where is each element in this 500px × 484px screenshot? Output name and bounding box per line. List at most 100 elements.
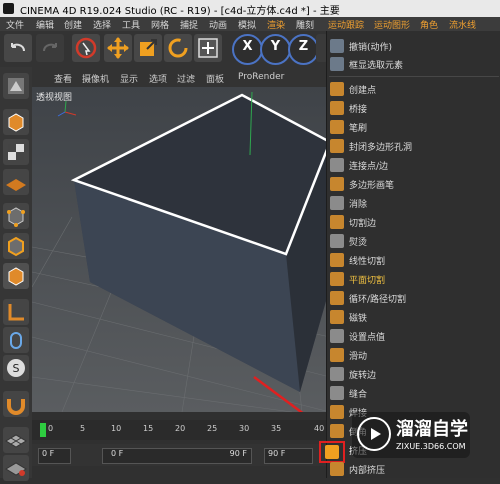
menu-tools[interactable]: 工具 xyxy=(122,18,140,31)
scale-icon xyxy=(140,39,157,56)
menu-item-stitch[interactable]: 缝合 xyxy=(327,384,500,402)
polygons-mode-button[interactable] xyxy=(3,263,29,289)
timeline-tick: 40 xyxy=(314,424,325,433)
rotate-button[interactable] xyxy=(164,34,192,62)
menu-item-line-cut[interactable]: 线性切割 xyxy=(327,251,500,269)
menu-motion-tracking[interactable]: 运动跟踪 xyxy=(328,18,364,31)
set-point-value-icon xyxy=(330,329,344,343)
viewport-menu-options[interactable]: 选项 xyxy=(149,72,167,85)
polygons-mode-icon xyxy=(8,267,24,286)
grid-tool-2-button[interactable] xyxy=(3,455,29,481)
window-title: CINEMA 4D R19.024 Studio (RC - R19) - [c… xyxy=(20,6,340,17)
viewport-menu-display[interactable]: 显示 xyxy=(120,72,138,85)
perspective-viewport[interactable]: 透视视图 xyxy=(32,87,330,412)
app-icon xyxy=(3,3,14,14)
menu-item-iron[interactable]: 熨烫 xyxy=(327,232,500,250)
menu-item-bridge[interactable]: 桥接 xyxy=(327,99,500,117)
menu-snap[interactable]: 捕捉 xyxy=(180,18,198,31)
viewport-label: 透视视图 xyxy=(36,93,73,103)
viewport-menu-filter[interactable]: 过滤 xyxy=(177,72,195,85)
x-axis-lock[interactable]: X xyxy=(232,34,263,65)
menu-item-connect[interactable]: 连接点/边 xyxy=(327,156,500,174)
menu-item-inner-extrude[interactable]: 内部挤压 xyxy=(327,460,500,478)
tweak-mode-button[interactable] xyxy=(3,327,29,353)
menu-item-undo[interactable]: 撤销(动作) xyxy=(327,37,500,55)
menu-item-frame-selected[interactable]: 框显选取元素 xyxy=(327,55,500,73)
menu-sculpt[interactable]: 雕刻 xyxy=(296,18,314,31)
playhead[interactable] xyxy=(40,423,46,437)
range-end-label: 90 F xyxy=(229,449,247,458)
menu-character[interactable]: 角色 xyxy=(420,18,438,31)
menu-bar: 文件 编辑 创建 选择 工具 网格 捕捉 动画 模拟 渲染 雕刻 运动跟踪 运动… xyxy=(0,17,500,31)
menu-item-dissolve[interactable]: 消除 xyxy=(327,194,500,212)
timeline-ruler[interactable]: 0 5 10 15 20 25 30 35 40 xyxy=(32,420,330,440)
menu-animate[interactable]: 动画 xyxy=(209,18,227,31)
menu-item-loop-cut[interactable]: 循环/路径切割 xyxy=(327,289,500,307)
menu-mesh[interactable]: 网格 xyxy=(151,18,169,31)
texture-mode-button[interactable] xyxy=(3,139,29,165)
menu-create[interactable]: 创建 xyxy=(64,18,82,31)
menu-simulate[interactable]: 模拟 xyxy=(238,18,256,31)
model-mode-button[interactable] xyxy=(3,109,29,135)
edges-mode-icon xyxy=(8,236,24,257)
grid-tool-button[interactable] xyxy=(3,427,29,453)
inner-extrude-icon xyxy=(330,462,344,476)
menu-item-plane-cut[interactable]: 平面切割 xyxy=(327,270,500,288)
points-mode-button[interactable] xyxy=(3,203,29,229)
menu-item-magnet[interactable]: 磁铁 xyxy=(327,308,500,326)
timeline-tick: 35 xyxy=(271,424,282,433)
iron-icon xyxy=(330,234,344,248)
scale-button[interactable] xyxy=(134,34,162,62)
menu-file[interactable]: 文件 xyxy=(6,18,24,31)
rotate-icon xyxy=(168,38,188,58)
move-button[interactable] xyxy=(104,34,132,62)
menu-pipeline[interactable]: 流水线 xyxy=(449,18,476,31)
grid-2-icon xyxy=(5,462,27,476)
toolbar: X Y Z xyxy=(0,31,330,67)
timeline-tick: 25 xyxy=(207,424,218,433)
timeline-tick: 5 xyxy=(80,424,86,433)
timeline-tick: 0 xyxy=(48,424,54,433)
menu-item-brush[interactable]: 笔刷 xyxy=(327,118,500,136)
menu-item-set-point-value[interactable]: 设置点值 xyxy=(327,327,500,345)
edges-mode-button[interactable] xyxy=(3,233,29,259)
svg-text:S: S xyxy=(13,362,20,375)
axis-mode-button[interactable] xyxy=(3,299,29,325)
menu-render[interactable]: 渲染 xyxy=(267,18,285,31)
y-axis-lock[interactable]: Y xyxy=(260,34,291,65)
stitch-icon xyxy=(330,386,344,400)
start-frame-field[interactable]: 0 F xyxy=(38,448,71,464)
viewport-menu-camera[interactable]: 摄像机 xyxy=(82,72,109,85)
end-frame-field[interactable]: 90 F xyxy=(264,448,313,464)
menu-item-create-point[interactable]: 创建点 xyxy=(327,80,500,98)
magnet-tool-button[interactable] xyxy=(3,391,29,417)
menu-mograph[interactable]: 运动图形 xyxy=(374,18,410,31)
live-select-button[interactable] xyxy=(72,34,100,62)
menu-edit[interactable]: 编辑 xyxy=(36,18,54,31)
menu-item-close-hole[interactable]: 封闭多边形孔洞 xyxy=(327,137,500,155)
workplane-button[interactable] xyxy=(3,169,29,195)
menu-select[interactable]: 选择 xyxy=(93,18,111,31)
viewport-menu-view[interactable]: 查看 xyxy=(54,72,72,85)
viewport-menu-panel[interactable]: 面板 xyxy=(206,72,224,85)
magnet-icon xyxy=(7,399,25,415)
texture-mode-icon xyxy=(8,144,24,160)
extrude-icon xyxy=(325,445,339,459)
last-tool-button[interactable] xyxy=(194,34,222,62)
menu-item-polygon-pen[interactable]: 多边形画笔 xyxy=(327,175,500,193)
menu-item-slide[interactable]: 滑动 xyxy=(327,346,500,364)
snap-button[interactable]: S xyxy=(3,355,29,381)
menu-item-spin-edge[interactable]: 旋转边 xyxy=(327,365,500,383)
frame-range-slider[interactable]: 0 F 90 F xyxy=(102,448,252,464)
redo-button[interactable] xyxy=(36,34,64,62)
timeline-tick: 30 xyxy=(239,424,250,433)
viewport-menu-prorender[interactable]: ProRender xyxy=(238,72,284,82)
magnet-icon xyxy=(330,310,344,324)
redo-icon xyxy=(43,43,57,52)
z-axis-lock[interactable]: Z xyxy=(288,34,319,65)
undo-icon xyxy=(11,43,25,52)
undo-button[interactable] xyxy=(4,34,32,62)
model-mode-icon xyxy=(8,113,24,132)
menu-item-cut-edges[interactable]: 切割边 xyxy=(327,213,500,231)
make-editable-button[interactable] xyxy=(3,73,29,99)
